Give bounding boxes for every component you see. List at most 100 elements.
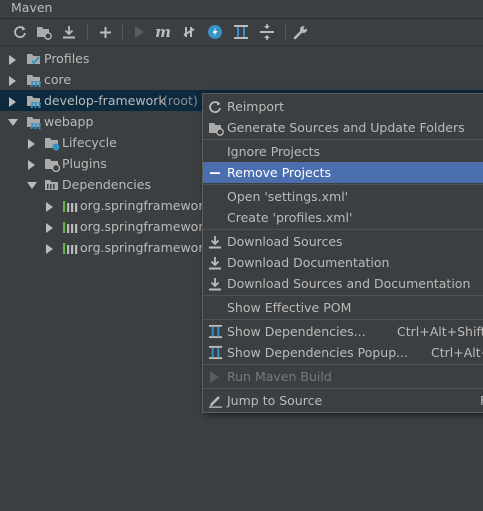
- toolbar-separator: [87, 24, 88, 40]
- menu-separator: [203, 295, 483, 296]
- menu-item-run-maven-build[interactable]: Run Maven Build: [203, 366, 483, 387]
- menu-separator: [203, 184, 483, 185]
- expand-arrow-icon[interactable]: [46, 223, 53, 233]
- run-icon[interactable]: [130, 23, 148, 41]
- tree-node-label: develop-framework: [44, 93, 166, 108]
- maven-module-icon: m: [26, 72, 42, 90]
- execute-goal-glyph: m: [155, 23, 171, 41]
- menu-item-label: Download Sources: [227, 234, 343, 249]
- tool-window-header: Maven: [0, 0, 483, 19]
- svg-text:m: m: [30, 98, 42, 109]
- reload-icon[interactable]: [11, 23, 29, 41]
- menu-item-show-dependencies-popup[interactable]: Show Dependencies Popup... Ctrl+Alt+: [203, 342, 483, 363]
- menu-item-create-profiles[interactable]: Create 'profiles.xml': [203, 207, 483, 228]
- menu-item-label: Show Effective POM: [227, 300, 352, 315]
- tree-node-label: core: [44, 72, 72, 87]
- menu-item-show-dependencies[interactable]: Show Dependencies... Ctrl+Alt+Shift+: [203, 321, 483, 342]
- expand-arrow-icon[interactable]: [9, 55, 16, 65]
- maven-module-icon: m: [26, 93, 42, 111]
- menu-separator: [203, 139, 483, 140]
- menu-item-label: Run Maven Build: [227, 369, 332, 384]
- menu-item-label: Show Dependencies Popup...: [227, 345, 409, 360]
- menu-item-label: Open 'settings.xml': [227, 189, 349, 204]
- library-icon: [62, 219, 78, 235]
- execute-goal-icon[interactable]: m: [154, 23, 172, 41]
- download-icon: [208, 276, 223, 291]
- menu-item-ignore-projects[interactable]: Ignore Projects: [203, 141, 483, 162]
- profiles-icon: [26, 51, 42, 67]
- menu-item-download-sources[interactable]: Download Sources: [203, 231, 483, 252]
- menu-item-label: Reimport: [227, 99, 285, 114]
- minus-icon: [208, 165, 223, 180]
- menu-item-label: Create 'profiles.xml': [227, 210, 353, 225]
- maven-module-icon: m: [26, 114, 42, 132]
- tree-node-label: Lifecycle: [62, 135, 117, 150]
- tree-node-label: webapp: [44, 114, 94, 129]
- menu-item-open-settings[interactable]: Open 'settings.xml': [203, 186, 483, 207]
- menu-item-shortcut: Ctrl+Alt+Shift+: [397, 324, 483, 339]
- menu-separator: [203, 388, 483, 389]
- download-icon: [208, 234, 223, 249]
- menu-item-label: Jump to Source: [227, 393, 323, 408]
- generate-sources-icon: [208, 120, 224, 136]
- tree-node-label: Profiles: [44, 51, 90, 66]
- expand-arrow-icon[interactable]: [46, 202, 53, 212]
- menu-item-label: Remove Projects: [227, 165, 331, 180]
- download-icon[interactable]: [60, 23, 78, 41]
- show-dependencies-icon: [208, 345, 223, 360]
- show-dependencies-icon[interactable]: [232, 23, 250, 41]
- tree-node-label: org.springframework: [80, 198, 211, 213]
- library-icon: [62, 198, 78, 214]
- menu-item-generate-sources[interactable]: Generate Sources and Update Folders: [203, 117, 483, 138]
- expand-arrow-icon[interactable]: [9, 97, 16, 107]
- expand-arrow-icon[interactable]: [9, 76, 16, 86]
- download-icon: [208, 255, 223, 270]
- menu-item-download-documentation[interactable]: Download Documentation: [203, 252, 483, 273]
- tree-node-label: org.springframework: [80, 219, 211, 234]
- menu-item-remove-projects[interactable]: Remove Projects: [203, 162, 483, 183]
- toggle-offline-icon[interactable]: [180, 23, 198, 41]
- tree-node-profiles[interactable]: Profiles: [0, 48, 483, 69]
- expand-arrow-icon[interactable]: [28, 139, 35, 149]
- expand-arrow-icon[interactable]: [28, 160, 35, 170]
- plugins-folder-icon: [44, 156, 61, 173]
- expand-arrow-icon[interactable]: [46, 244, 53, 254]
- tree-node-label: org.springframework: [80, 240, 211, 255]
- tree-node-label: Plugins: [62, 156, 107, 171]
- lifecycle-folder-icon: [44, 135, 60, 151]
- run-icon: [208, 369, 223, 384]
- settings-icon[interactable]: [291, 23, 309, 41]
- menu-item-show-effective-pom[interactable]: Show Effective POM: [203, 297, 483, 318]
- menu-item-label: Download Sources and Documentation: [227, 276, 471, 291]
- collapse-arrow-icon[interactable]: [27, 182, 37, 189]
- menu-item-label: Show Dependencies...: [227, 324, 366, 339]
- toolbar-separator: [122, 24, 123, 40]
- pencil-icon: [208, 393, 223, 408]
- context-menu: Reimport Generate Sources and Update Fol…: [202, 93, 483, 413]
- menu-item-label: Download Documentation: [227, 255, 390, 270]
- collapse-all-icon[interactable]: [258, 23, 276, 41]
- menu-item-shortcut: Ctrl+Alt+: [431, 345, 483, 360]
- menu-item-label: Ignore Projects: [227, 144, 320, 159]
- menu-item-jump-to-source[interactable]: Jump to Source F: [203, 390, 483, 411]
- tree-node-label: Dependencies: [62, 177, 151, 192]
- generate-sources-icon[interactable]: [35, 23, 53, 41]
- library-icon: [62, 240, 78, 256]
- dependencies-folder-icon: [44, 177, 60, 193]
- menu-item-label: Generate Sources and Update Folders: [227, 120, 465, 135]
- skip-tests-icon[interactable]: [206, 23, 224, 41]
- menu-item-reimport[interactable]: Reimport: [203, 96, 483, 117]
- reload-icon: [208, 99, 223, 114]
- menu-separator: [203, 364, 483, 365]
- toolbar-separator: [285, 24, 286, 40]
- maven-toolbar: m: [0, 19, 483, 46]
- tree-node-core[interactable]: m core: [0, 69, 483, 90]
- panel-title: Maven: [11, 0, 53, 15]
- menu-separator: [203, 319, 483, 320]
- add-icon[interactable]: [96, 23, 114, 41]
- root-suffix: (root): [163, 93, 198, 108]
- svg-text:m: m: [30, 77, 42, 88]
- menu-separator: [203, 229, 483, 230]
- collapse-arrow-icon[interactable]: [8, 119, 18, 126]
- menu-item-download-sources-and-docs[interactable]: Download Sources and Documentation: [203, 273, 483, 294]
